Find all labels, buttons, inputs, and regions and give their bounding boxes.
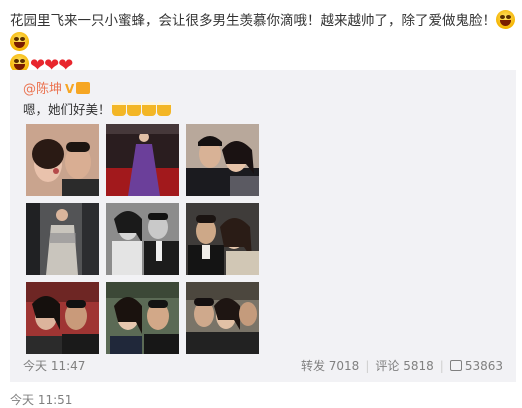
comment-label: 评论 xyxy=(375,359,400,373)
photo-thumbnail[interactable] xyxy=(186,282,259,354)
repost-card: @陈坤 V 嗯，她们好美！ 今天 11:47 转发 7018 | 评论 5818… xyxy=(10,70,516,382)
like-count: 53863 xyxy=(464,359,503,373)
post-time[interactable]: 今天 11:51 xyxy=(10,391,72,408)
repost-time[interactable]: 今天 11:47 xyxy=(23,357,85,374)
beer-icon xyxy=(111,102,126,116)
photo-thumbnail[interactable] xyxy=(26,124,99,196)
photo-thumbnail[interactable] xyxy=(26,282,99,354)
photo-thumbnail[interactable] xyxy=(186,124,259,196)
beer-icon xyxy=(141,102,156,116)
laughing-face-icon xyxy=(496,10,515,29)
photo-thumbnail[interactable] xyxy=(106,203,179,275)
beer-icon xyxy=(126,102,141,116)
level-badge-icon xyxy=(76,82,91,94)
comment-count: 5818 xyxy=(403,359,434,373)
comment-count-button[interactable]: 评论 5818 xyxy=(375,357,433,374)
photo-thumbnail[interactable] xyxy=(26,203,99,275)
beer-icon xyxy=(156,102,171,116)
repost-text: 嗯，她们好美！ xyxy=(23,99,171,118)
post-text-line: 花园里飞来一只小蜜蜂，会让很多男生羡慕你滴哦！越来越帅了，除了爱做鬼脸！ xyxy=(10,13,496,29)
thumbs-up-icon xyxy=(449,360,462,371)
repost-author[interactable]: @陈坤 V xyxy=(23,78,91,97)
post-text: 花园里飞来一只小蜜蜂，会让很多男生羡慕你滴哦！越来越帅了，除了爱做鬼脸！ ❤❤❤ xyxy=(10,10,516,77)
repost-label: 转发 xyxy=(300,359,325,373)
photo-thumbnail[interactable] xyxy=(186,203,259,275)
laughing-face-icon xyxy=(10,32,29,51)
repost-text-content: 嗯，她们好美！ xyxy=(23,102,111,117)
repost-count-button[interactable]: 转发 7018 xyxy=(301,357,359,374)
author-name[interactable]: @陈坤 xyxy=(23,82,62,97)
divider: | xyxy=(439,359,444,373)
like-button[interactable]: 53863 xyxy=(449,359,503,373)
photo-thumbnail[interactable] xyxy=(106,282,179,354)
photo-thumbnail[interactable] xyxy=(106,124,179,196)
verified-badge-icon: V xyxy=(65,82,75,96)
divider: | xyxy=(365,359,370,373)
repost-stats: 转发 7018 | 评论 5818 | 53863 xyxy=(301,357,503,374)
repost-count: 7018 xyxy=(328,359,360,373)
